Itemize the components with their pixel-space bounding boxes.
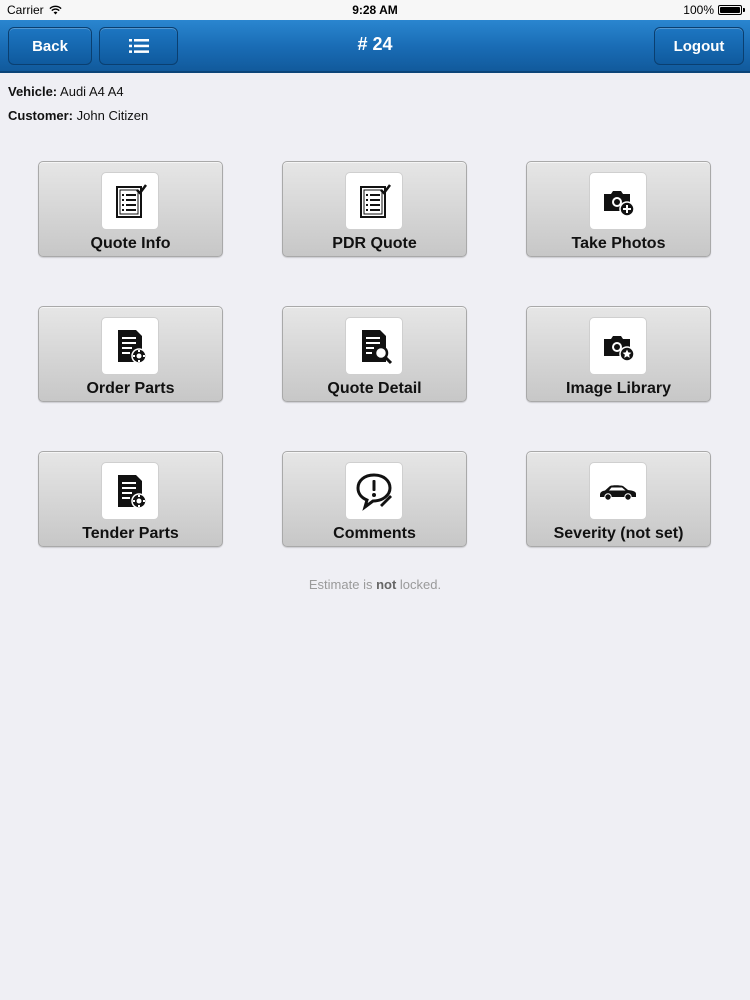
lock-status-emphasis: not xyxy=(376,577,397,592)
status-right: 100% xyxy=(683,3,745,17)
battery-icon xyxy=(718,5,745,15)
battery-percent: 100% xyxy=(683,3,714,17)
battery-fill xyxy=(720,7,740,13)
quote-info-icon-box xyxy=(101,172,159,230)
camera-star-icon xyxy=(604,336,635,362)
lock-status-suffix: locked. xyxy=(396,577,442,592)
comment-alert-icon xyxy=(356,473,392,511)
page-title: # 24 xyxy=(357,34,393,54)
camera-add-icon xyxy=(604,191,635,217)
comments-tile[interactable]: Comments xyxy=(282,451,467,547)
tender-parts-icon-box xyxy=(101,462,159,520)
severity-icon-box xyxy=(589,462,647,520)
severity-label: Severity (not set) xyxy=(553,525,684,542)
quote-detail-icon-box xyxy=(345,317,403,375)
checklist-icon xyxy=(360,184,391,218)
customer-value: John Citizen xyxy=(76,108,149,123)
pdr-quote-icon-box xyxy=(345,172,403,230)
pdr-quote-label: PDR Quote xyxy=(332,235,417,252)
quote-detail-tile[interactable]: Quote Detail xyxy=(282,306,467,402)
order-parts-icon-box xyxy=(101,317,159,375)
status-bar: Carrier 9:28 AM 100% xyxy=(0,0,750,20)
vehicle-value: Audi A4 A4 xyxy=(60,84,124,99)
logout-button-label: Logout xyxy=(673,37,725,55)
car-icon xyxy=(600,485,636,501)
take-photos-tile[interactable]: Take Photos xyxy=(526,161,711,257)
customer-label: Customer: xyxy=(8,108,74,123)
take-photos-icon-box xyxy=(589,172,647,230)
comments-label: Comments xyxy=(333,525,416,542)
order-parts-tile[interactable]: Order Parts xyxy=(38,306,223,402)
customer-info: Customer: John Citizen xyxy=(8,108,148,123)
document-search-icon xyxy=(362,330,393,365)
tender-parts-tile[interactable]: Tender Parts xyxy=(38,451,223,547)
document-gear-icon xyxy=(118,475,147,509)
tender-parts-label: Tender Parts xyxy=(82,525,179,542)
checklist-icon xyxy=(116,184,147,218)
severity-tile[interactable]: Severity (not set) xyxy=(526,451,711,547)
quote-info-label: Quote Info xyxy=(90,235,171,252)
comments-icon-box xyxy=(345,462,403,520)
take-photos-label: Take Photos xyxy=(571,235,666,252)
lock-status-prefix: Estimate is xyxy=(308,577,377,592)
vehicle-info: Vehicle: Audi A4 A4 xyxy=(8,84,124,99)
order-parts-label: Order Parts xyxy=(86,380,175,397)
nav-bar: Back # 24 Logout xyxy=(0,20,750,73)
quote-detail-label: Quote Detail xyxy=(327,380,422,397)
pdr-quote-tile[interactable]: PDR Quote xyxy=(282,161,467,257)
status-time: 9:28 AM xyxy=(352,3,398,17)
image-library-icon-box xyxy=(589,317,647,375)
image-library-label: Image Library xyxy=(566,380,671,397)
vehicle-label: Vehicle: xyxy=(8,84,58,99)
logout-button[interactable]: Logout xyxy=(654,27,744,65)
document-gear-icon xyxy=(118,330,147,364)
estimate-lock-status: Estimate is not locked. xyxy=(0,577,750,592)
quote-info-tile[interactable]: Quote Info xyxy=(38,161,223,257)
image-library-tile[interactable]: Image Library xyxy=(526,306,711,402)
